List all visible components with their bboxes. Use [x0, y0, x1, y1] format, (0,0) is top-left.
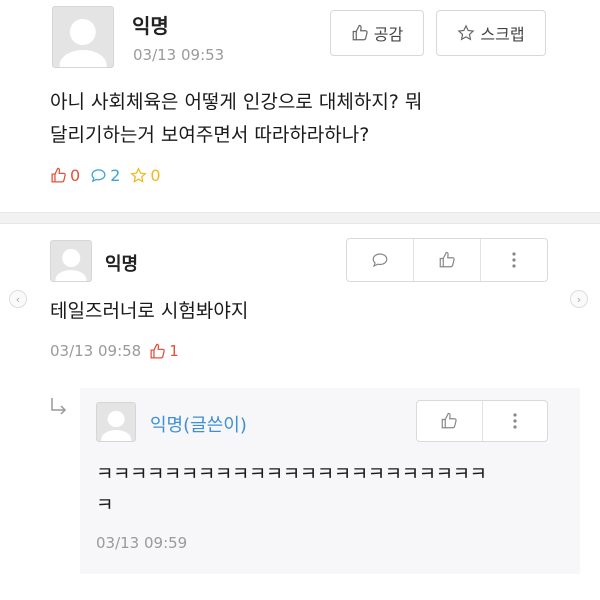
- reply-like-button[interactable]: [417, 401, 483, 441]
- star-icon: [130, 167, 148, 183]
- post-author-name: 익명: [132, 14, 169, 38]
- thumbs-up-icon: [150, 343, 166, 359]
- post-scrap-count: 0: [150, 166, 161, 185]
- post-stats: 0 2 0: [50, 166, 161, 185]
- post-body-line2: 달리기하는거 보여주면서 따라하라하나?: [50, 124, 370, 146]
- comment-actions: [346, 238, 548, 282]
- reply-timestamp: 03/13 09:59: [96, 534, 188, 552]
- comment-text: 테일즈러너로 시험봐야지: [50, 300, 249, 322]
- chevron-left-icon[interactable]: ‹: [9, 290, 27, 308]
- star-icon: [457, 24, 475, 41]
- thumbs-up-icon: [352, 24, 368, 41]
- reply-actions: [416, 400, 548, 442]
- thumbs-up-icon: [439, 251, 455, 268]
- scrap-label: 스크랩: [480, 25, 525, 44]
- reply-author-avatar: [96, 402, 136, 442]
- reply-more-button[interactable]: [483, 401, 548, 441]
- comment-like-button[interactable]: [414, 239, 481, 281]
- section-divider: [0, 212, 600, 224]
- comment-like-count: 1: [169, 342, 179, 360]
- post-body-line1: 아니 사회체육은 어떻게 인강으로 대체하지? 뭐: [50, 91, 423, 113]
- speech-bubble-icon: [372, 253, 388, 268]
- empathy-button[interactable]: 공감: [330, 10, 424, 56]
- thumbs-up-icon: [51, 167, 66, 183]
- more-vertical-icon: [513, 413, 517, 429]
- reply-text-line1: ㅋㅋㅋㅋㅋㅋㅋㅋㅋㅋㅋㅋㅋㅋㅋㅋㅋㅋㅋㅋㅋㅋㅋ: [96, 463, 487, 485]
- thumbs-up-icon: [441, 412, 457, 429]
- post-author-avatar: [52, 6, 114, 68]
- scrap-button[interactable]: 스크랩: [436, 10, 546, 56]
- comment-more-button[interactable]: [481, 239, 547, 281]
- comment-author-avatar: [50, 240, 92, 282]
- comment-timestamp: 03/13 09:58: [50, 342, 142, 360]
- more-vertical-icon: [512, 252, 516, 268]
- chevron-right-icon[interactable]: ›: [570, 290, 588, 308]
- comment-meta: 03/13 09:58 1: [50, 342, 179, 360]
- reply-arrow-icon: [51, 398, 67, 415]
- reply-author-name: 익명(글쓴이): [150, 415, 247, 436]
- empathy-label: 공감: [373, 25, 404, 44]
- comment-author-name: 익명: [105, 254, 139, 275]
- post-like-count: 0: [70, 166, 81, 185]
- post-comment-count: 2: [110, 166, 121, 185]
- post-timestamp: 03/13 09:53: [133, 46, 225, 64]
- speech-bubble-icon: [91, 169, 106, 183]
- comment-reply-button[interactable]: [347, 239, 414, 281]
- reply-text-line2: ㅋ: [96, 494, 114, 516]
